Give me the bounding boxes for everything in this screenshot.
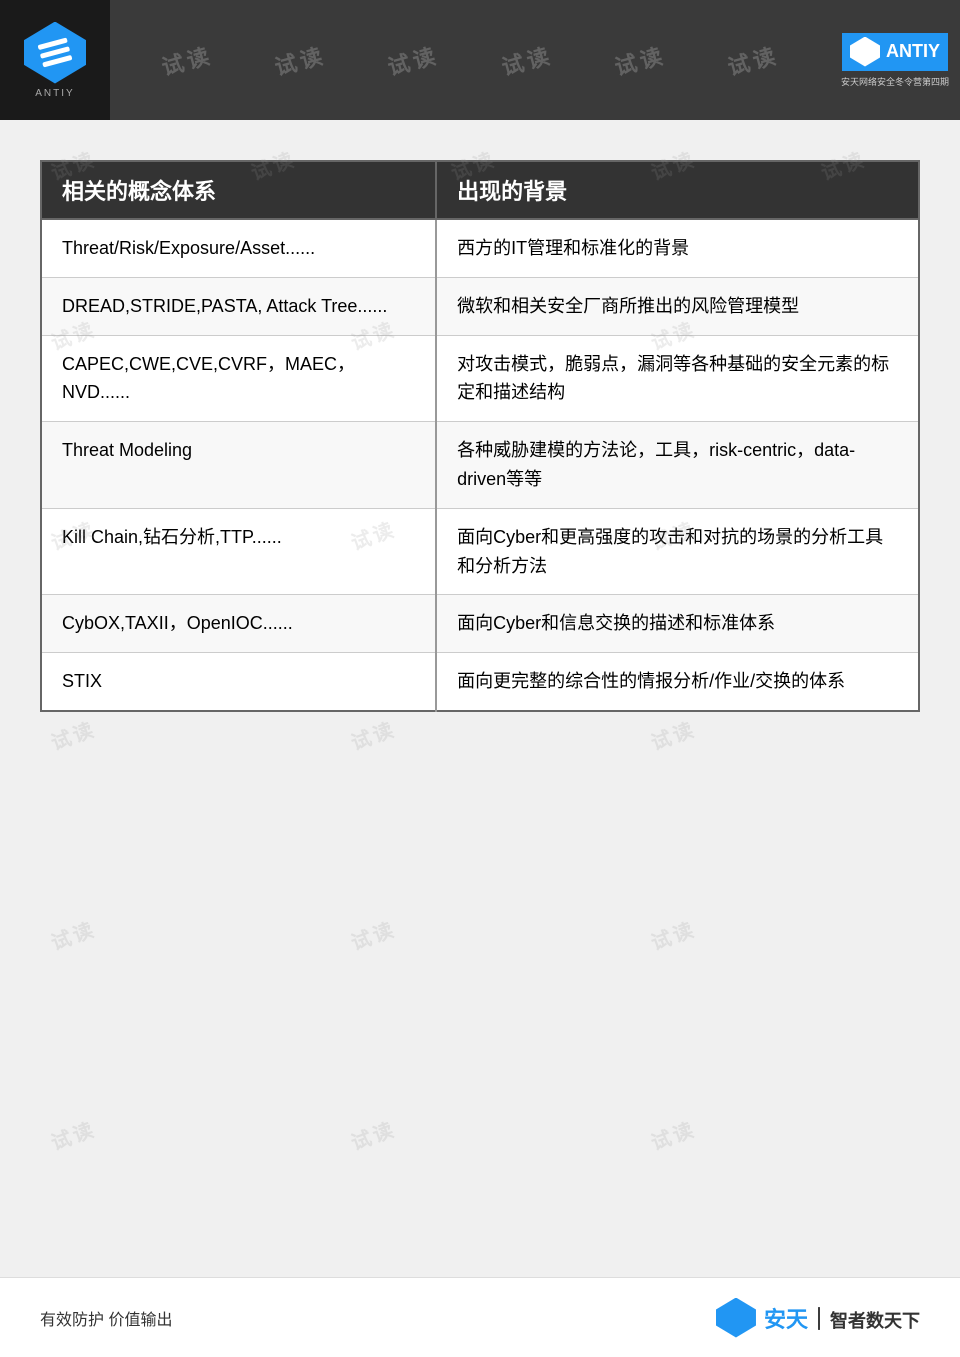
table-row: DREAD,STRIDE,PASTA, Attack Tree...... 微软… — [41, 277, 919, 335]
header-watermark-4: 试读 — [497, 38, 556, 82]
header-watermark-3: 试读 — [384, 38, 443, 82]
wm-20: 试读 — [646, 1113, 699, 1156]
header-watermark-5: 试读 — [611, 38, 670, 82]
header-watermark-6: 试读 — [724, 38, 783, 82]
row5-col2: 面向Cyber和更高强度的攻击和对抗的场景的分析工具和分析方法 — [436, 508, 919, 595]
brand-diamond-icon — [850, 37, 880, 67]
footer-slogan: 有效防护 价值输出 — [40, 1306, 172, 1330]
header-brand: ANTIY 安天网络安全冬令营第四期 — [830, 0, 960, 120]
footer-brand-name: 安天｜智者数天下 — [764, 1302, 920, 1334]
table-row: Threat Modeling 各种威胁建模的方法论，工具，risk-centr… — [41, 422, 919, 509]
brand-logo-box: ANTIY — [842, 33, 948, 71]
table-row: Kill Chain,钻石分析,TTP...... 面向Cyber和更高强度的攻… — [41, 508, 919, 595]
row4-col1: Threat Modeling — [41, 422, 436, 509]
col2-header: 出现的背景 — [436, 161, 919, 219]
footer-brand-text1: 安天 — [764, 1307, 808, 1332]
table-row: CAPEC,CWE,CVE,CVRF，MAEC，NVD...... 对攻击模式，… — [41, 335, 919, 422]
row2-col1: DREAD,STRIDE,PASTA, Attack Tree...... — [41, 277, 436, 335]
footer-brand: 安天｜智者数天下 — [716, 1298, 920, 1338]
logo-diamond-icon — [24, 22, 86, 84]
row4-col2: 各种威胁建模的方法论，工具，risk-centric，data-driven等等 — [436, 422, 919, 509]
row2-col2: 微软和相关安全厂商所推出的风险管理模型 — [436, 277, 919, 335]
row3-col2: 对攻击模式，脆弱点，漏洞等各种基础的安全元素的标定和描述结构 — [436, 335, 919, 422]
header-logo: ANTIY — [0, 0, 110, 120]
header-watermark-1: 试读 — [157, 38, 216, 82]
row6-col1: CybOX,TAXII，OpenIOC...... — [41, 595, 436, 653]
main-content: 试读 试读 试读 试读 试读 试读 试读 试读 试读 试读 试读 试读 试读 试… — [0, 120, 960, 742]
footer-brand-text2: 智者数天下 — [830, 1311, 920, 1331]
brand-name: ANTIY — [886, 41, 940, 62]
concept-table: 相关的概念体系 出现的背景 Threat/Risk/Exposure/Asset… — [40, 160, 920, 712]
logo-text: ANTIY — [35, 88, 74, 99]
col1-header: 相关的概念体系 — [41, 161, 436, 219]
row7-col1: STIX — [41, 653, 436, 711]
table-row: CybOX,TAXII，OpenIOC...... 面向Cyber和信息交换的描… — [41, 595, 919, 653]
wm-14: 试读 — [646, 713, 699, 756]
row6-col2: 面向Cyber和信息交换的描述和标准体系 — [436, 595, 919, 653]
row1-col2: 西方的IT管理和标准化的背景 — [436, 219, 919, 277]
wm-13: 试读 — [346, 713, 399, 756]
brand-subtitle: 安天网络安全冬令营第四期 — [841, 75, 949, 88]
row3-col1: CAPEC,CWE,CVE,CVRF，MAEC，NVD...... — [41, 335, 436, 422]
footer-brand-icon — [716, 1298, 756, 1338]
wm-16: 试读 — [346, 913, 399, 956]
wm-19: 试读 — [346, 1113, 399, 1156]
table-row: STIX 面向更完整的综合性的情报分析/作业/交换的体系 — [41, 653, 919, 711]
header: ANTIY 试读 试读 试读 试读 试读 试读 ANTIY 安天网络安全冬令营第… — [0, 0, 960, 120]
header-watermark-2: 试读 — [271, 38, 330, 82]
header-watermarks: 试读 试读 试读 试读 试读 试读 — [110, 44, 830, 76]
row5-col1: Kill Chain,钻石分析,TTP...... — [41, 508, 436, 595]
wm-12: 试读 — [46, 713, 99, 756]
row1-col1: Threat/Risk/Exposure/Asset...... — [41, 219, 436, 277]
table-row: Threat/Risk/Exposure/Asset...... 西方的IT管理… — [41, 219, 919, 277]
logo-stripes — [38, 38, 73, 68]
wm-18: 试读 — [46, 1113, 99, 1156]
footer: 有效防护 价值输出 安天｜智者数天下 — [0, 1277, 960, 1357]
wm-15: 试读 — [46, 913, 99, 956]
row7-col2: 面向更完整的综合性的情报分析/作业/交换的体系 — [436, 653, 919, 711]
wm-17: 试读 — [646, 913, 699, 956]
